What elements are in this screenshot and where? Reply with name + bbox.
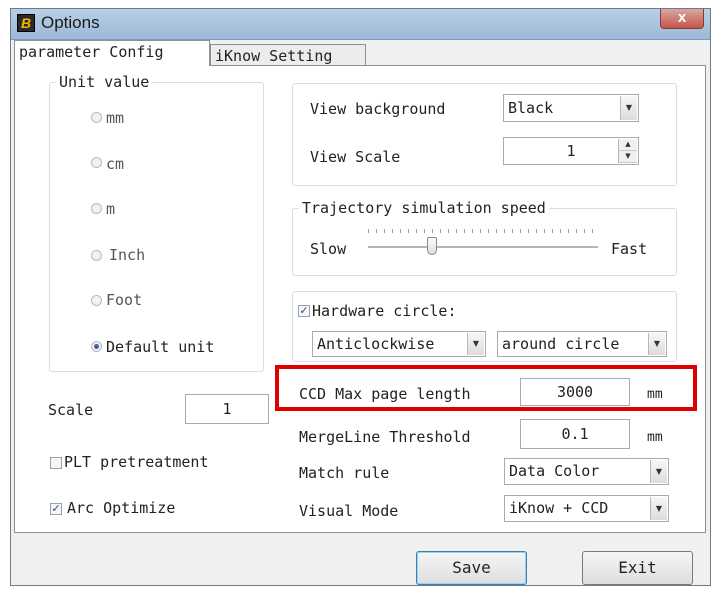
select-value: around circle: [502, 335, 620, 353]
chevron-down-icon[interactable]: ▼: [620, 96, 637, 120]
radio-label: m: [106, 200, 116, 218]
chevron-down-icon[interactable]: ▼: [648, 333, 665, 355]
window-title: Options: [41, 13, 100, 32]
spinner-value: 1: [566, 142, 576, 160]
radio-label: Inch: [109, 246, 146, 264]
app-icon: B: [17, 14, 35, 32]
save-button[interactable]: Save: [416, 551, 527, 585]
speed-slider-track[interactable]: [368, 246, 598, 249]
radio-button[interactable]: [91, 295, 102, 306]
radio-label: cm: [106, 155, 125, 173]
select-value: Data Color: [509, 462, 600, 480]
radio-label: Default unit: [106, 338, 215, 356]
fast-label: Fast: [611, 240, 648, 258]
chevron-down-icon[interactable]: ▼: [650, 497, 667, 520]
hardware-circle-label: Hardware circle:: [312, 302, 457, 320]
radio-button[interactable]: [91, 203, 102, 214]
scale-input[interactable]: 1: [185, 394, 269, 424]
speed-slider-thumb[interactable]: [427, 237, 438, 255]
unit-value-group: [49, 82, 264, 372]
mergeline-threshold-unit: mm: [647, 430, 663, 445]
select-value: iKnow + CCD: [509, 499, 609, 517]
chevron-down-icon[interactable]: ▼: [650, 460, 667, 483]
scale-label: Scale: [48, 401, 94, 419]
slider-ticks: [368, 229, 598, 233]
hardware-circle-checkbox[interactable]: ✓: [298, 305, 310, 317]
spin-up-icon[interactable]: ▲: [619, 139, 637, 151]
match-rule-select[interactable]: Data Color ▼: [504, 458, 669, 485]
slow-label: Slow: [310, 240, 347, 258]
plt-pretreatment-label: PLT pretreatment: [64, 453, 209, 471]
circle-direction-select[interactable]: Anticlockwise ▼: [312, 331, 486, 357]
plt-pretreatment-checkbox[interactable]: [50, 457, 62, 469]
match-rule-label: Match rule: [299, 464, 390, 482]
mergeline-threshold-label: MergeLine Threshold: [299, 428, 471, 446]
exit-button[interactable]: Exit: [582, 551, 693, 585]
select-value: Anticlockwise: [317, 335, 435, 353]
chevron-down-icon[interactable]: ▼: [467, 333, 484, 355]
trajectory-speed-title: Trajectory simulation speed: [299, 199, 549, 217]
unit-value-title: Unit value: [56, 73, 153, 91]
arc-optimize-checkbox[interactable]: ✓: [50, 503, 62, 515]
view-scale-spinner[interactable]: 1 ▲ ▼: [503, 137, 639, 165]
circle-mode-select[interactable]: around circle ▼: [497, 331, 667, 357]
radio-button[interactable]: [91, 157, 102, 168]
radio-label: Foot: [106, 291, 143, 309]
arc-optimize-label: Arc Optimize: [67, 499, 176, 517]
radio-button-selected[interactable]: [91, 341, 102, 352]
spinner-buttons[interactable]: ▲ ▼: [618, 139, 637, 163]
spin-down-icon[interactable]: ▼: [619, 151, 637, 163]
view-scale-label: View Scale: [310, 148, 401, 166]
mergeline-threshold-input[interactable]: 0.1: [520, 419, 630, 449]
close-button[interactable]: x: [660, 9, 704, 29]
select-value: Black: [508, 99, 554, 117]
close-icon: x: [677, 9, 687, 26]
visual-mode-select[interactable]: iKnow + CCD ▼: [504, 495, 669, 522]
visual-mode-label: Visual Mode: [299, 502, 399, 520]
radio-button[interactable]: [91, 250, 102, 261]
tab-parameter-config[interactable]: parameter Config: [14, 40, 210, 66]
tab-iknow-setting[interactable]: iKnow Setting: [210, 44, 366, 66]
title-bar[interactable]: B Options x: [11, 9, 710, 40]
view-background-select[interactable]: Black ▼: [503, 94, 639, 122]
radio-label: mm: [106, 109, 125, 127]
radio-button[interactable]: [91, 112, 102, 123]
view-background-label: View background: [310, 100, 446, 118]
highlight-box: [275, 365, 697, 411]
